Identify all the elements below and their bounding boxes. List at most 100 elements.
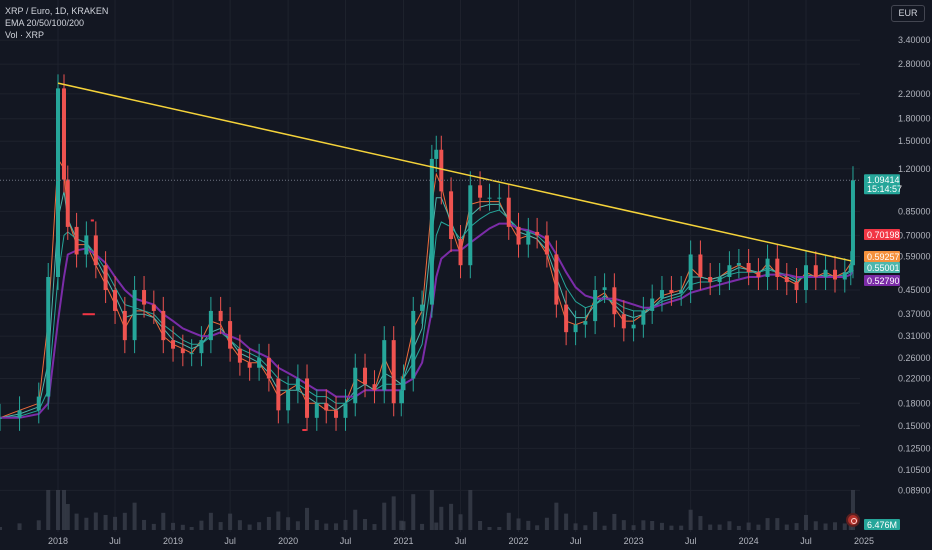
volume-bar bbox=[343, 519, 348, 530]
volume-bar bbox=[113, 516, 118, 530]
candle bbox=[382, 340, 387, 391]
candle bbox=[180, 348, 185, 354]
candle bbox=[161, 310, 166, 341]
price-badge-text: 0.55001 bbox=[867, 263, 900, 273]
candle bbox=[324, 403, 329, 411]
volume-bar bbox=[74, 513, 79, 530]
candle bbox=[458, 239, 463, 266]
candle bbox=[833, 269, 838, 280]
currency-button[interactable]: EUR bbox=[891, 5, 925, 22]
candle bbox=[84, 235, 89, 255]
settings-icon[interactable] bbox=[846, 513, 860, 527]
x-tick-label: 2020 bbox=[278, 536, 298, 546]
candle bbox=[746, 262, 751, 273]
candle bbox=[535, 231, 540, 236]
volume-bar bbox=[171, 522, 176, 530]
volume-bar bbox=[487, 527, 492, 530]
candle bbox=[257, 357, 262, 368]
volume-bar bbox=[679, 525, 684, 530]
volume-bar bbox=[247, 524, 252, 530]
volume-bar bbox=[434, 522, 439, 530]
volume-bar bbox=[295, 521, 300, 530]
volume-bar bbox=[544, 517, 549, 530]
candle bbox=[688, 254, 693, 291]
volume-bar bbox=[717, 524, 722, 530]
volume-indicator-label[interactable]: Vol · XRP bbox=[5, 29, 108, 41]
y-tick-label: 0.12500 bbox=[898, 443, 931, 453]
volume-bar bbox=[132, 502, 137, 530]
time-scale[interactable]: 2018 Jul 2019 Jul 2020 Jul 2021 Jul 2022 Jul 2023 J… bbox=[48, 536, 874, 546]
candle bbox=[61, 88, 66, 180]
candle bbox=[314, 403, 319, 418]
candle bbox=[708, 277, 713, 283]
volume-bar bbox=[535, 525, 540, 530]
volume-bar bbox=[0, 527, 2, 530]
symbol-title[interactable]: XRP / Euro, 1D, KRAKEN bbox=[5, 5, 108, 17]
trendline-line[interactable] bbox=[57, 82, 851, 262]
volume-bar bbox=[56, 490, 60, 530]
candle bbox=[228, 321, 233, 349]
volume-bars bbox=[0, 490, 855, 530]
ema-indicator-label[interactable]: EMA 20/50/100/200 bbox=[5, 17, 108, 29]
candle bbox=[56, 88, 60, 278]
candle bbox=[765, 258, 770, 278]
candle bbox=[679, 290, 684, 293]
x-tick-label: 2019 bbox=[163, 536, 183, 546]
volume-bar bbox=[286, 517, 291, 530]
volume-bar bbox=[429, 490, 434, 530]
volume-bar bbox=[218, 522, 223, 530]
candle bbox=[122, 310, 127, 341]
x-tick-label: 2024 bbox=[739, 536, 759, 546]
y-tick-label: 0.08900 bbox=[898, 485, 931, 495]
candle bbox=[612, 287, 617, 315]
price-chart[interactable]: 3.40000 2.80000 2.20000 1.80000 1.50000 1.200… bbox=[0, 0, 932, 550]
candle bbox=[171, 340, 176, 349]
candle bbox=[593, 290, 598, 322]
volume-bar bbox=[257, 522, 262, 530]
volume-bar bbox=[276, 511, 281, 530]
volume-bar bbox=[401, 521, 406, 530]
candle bbox=[420, 304, 425, 311]
candle bbox=[113, 290, 118, 311]
volume-bar bbox=[775, 518, 780, 530]
y-tick-label: 3.40000 bbox=[898, 35, 931, 45]
volume-bar bbox=[353, 509, 358, 530]
horizontal-marks[interactable] bbox=[82, 219, 307, 431]
x-tick-label: Jul bbox=[570, 536, 582, 546]
candle bbox=[583, 321, 588, 325]
volume-bar bbox=[583, 525, 588, 530]
volume-bar bbox=[161, 512, 166, 530]
candle bbox=[429, 158, 434, 305]
candle bbox=[132, 290, 137, 341]
candle bbox=[266, 357, 271, 379]
y-tick-label: 1.80000 bbox=[898, 114, 931, 124]
candle bbox=[247, 362, 252, 368]
volume-bar bbox=[266, 516, 271, 530]
x-tick-label: Jul bbox=[224, 536, 236, 546]
y-tick-label: 0.22000 bbox=[898, 373, 931, 383]
candle bbox=[286, 390, 291, 411]
candle bbox=[544, 235, 549, 255]
trendline[interactable] bbox=[57, 82, 851, 262]
candle bbox=[573, 324, 578, 333]
candle bbox=[641, 310, 646, 325]
volume-badge-text: 6.476M bbox=[867, 520, 897, 530]
candle bbox=[74, 226, 79, 255]
volume-bar bbox=[813, 521, 818, 530]
candle bbox=[564, 304, 569, 333]
volume-bar bbox=[411, 494, 416, 530]
volume-bar bbox=[784, 524, 789, 530]
candle bbox=[487, 197, 492, 199]
volume-bar bbox=[641, 520, 646, 530]
volume-bar bbox=[151, 523, 156, 530]
candle bbox=[36, 396, 41, 411]
price-badge-text: 0.52790 bbox=[867, 276, 900, 286]
volume-bar bbox=[688, 509, 693, 530]
candle bbox=[363, 367, 368, 385]
x-tick-label: Jul bbox=[455, 536, 467, 546]
volume-bar bbox=[103, 514, 108, 530]
volume-bar bbox=[458, 514, 463, 530]
x-tick-label: Jul bbox=[109, 536, 121, 546]
volume-bar bbox=[84, 517, 89, 530]
candle bbox=[295, 378, 300, 391]
